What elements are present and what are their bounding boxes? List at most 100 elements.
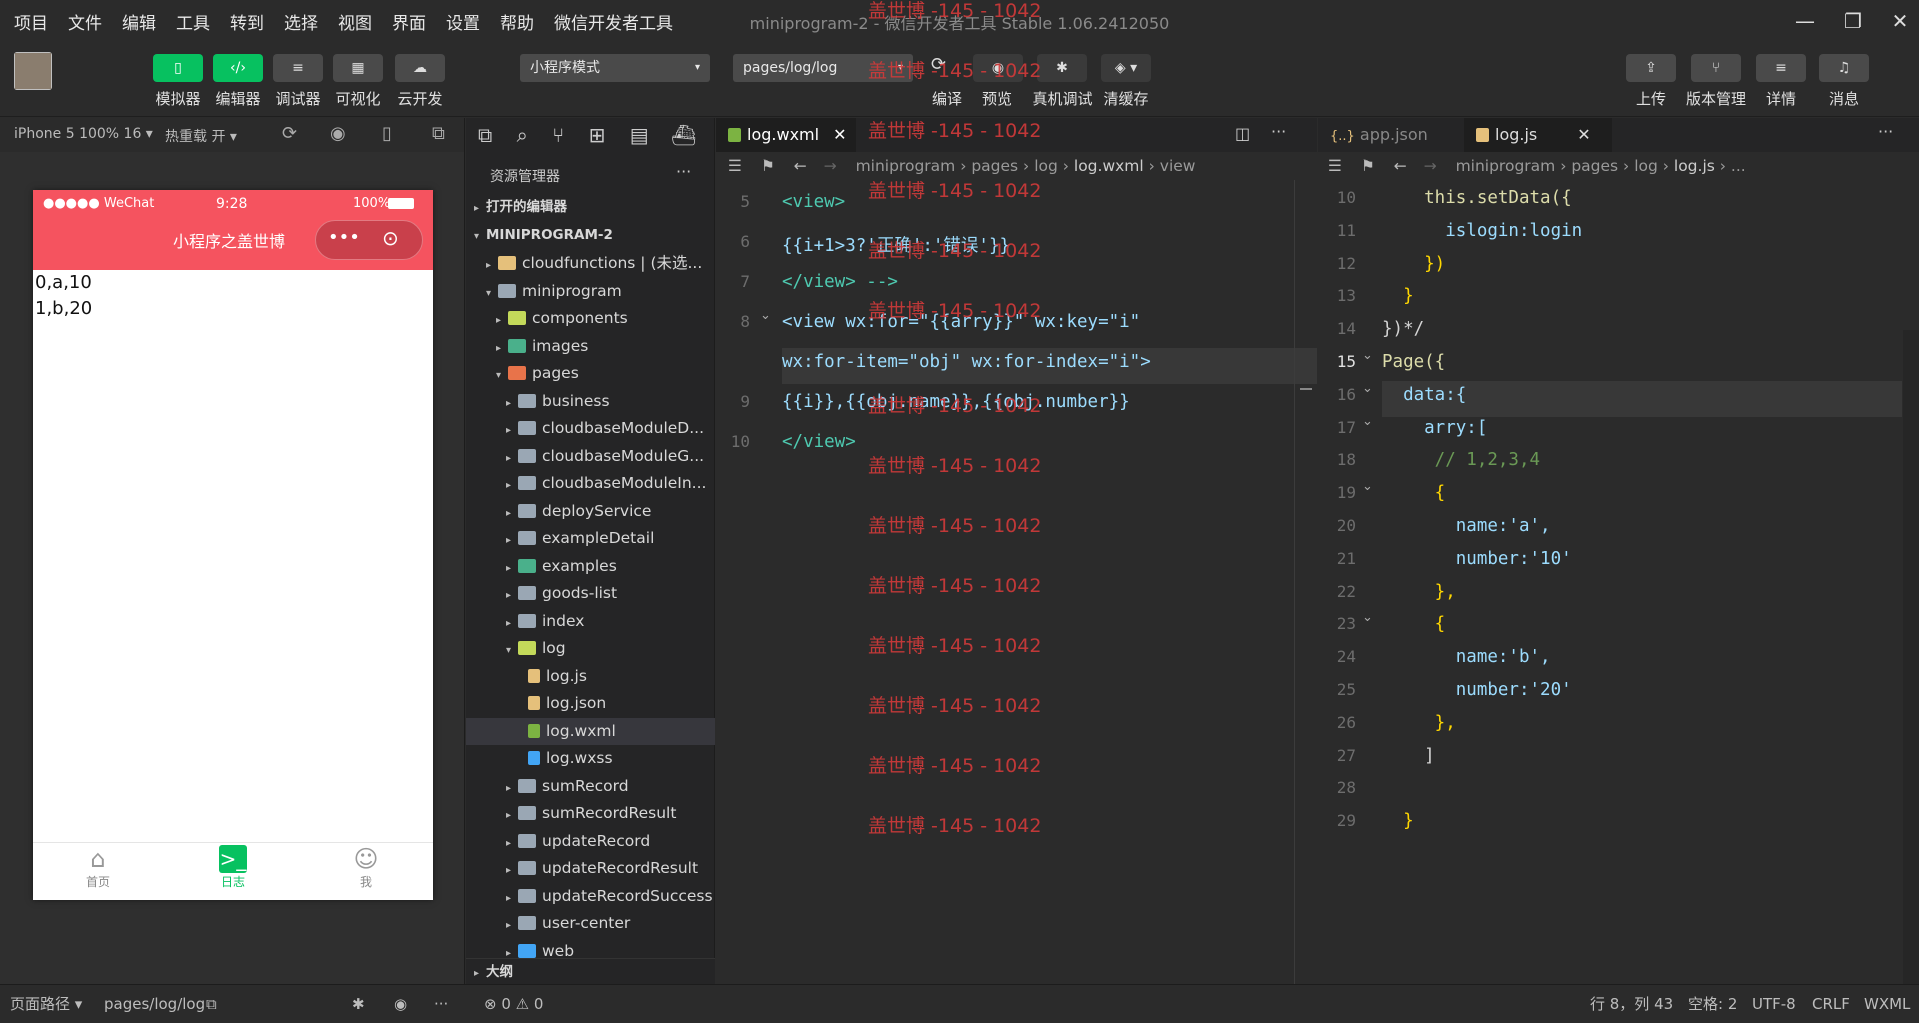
preview-button[interactable]: ◉ bbox=[973, 54, 1023, 82]
close-miniprogram-icon[interactable]: ⊙ bbox=[382, 226, 399, 250]
docker-icon[interactable]: ⛴ bbox=[671, 123, 696, 147]
fold-icon[interactable]: ⌄ bbox=[1362, 381, 1373, 396]
close-tab-icon[interactable]: ✕ bbox=[1577, 125, 1590, 144]
list-icon[interactable]: ☰ bbox=[1328, 157, 1342, 175]
bookmark-icon[interactable]: ⚑ bbox=[1361, 157, 1375, 175]
clear-cache-button[interactable]: ◈ ▾ bbox=[1101, 54, 1151, 82]
problems-indicator[interactable]: ⊗ 0 ⚠ 0 bbox=[484, 985, 543, 1023]
menu-item[interactable]: 工具 bbox=[176, 9, 210, 34]
upload-button[interactable]: ⇪ bbox=[1626, 54, 1676, 82]
remote-debug-button[interactable]: ✱ bbox=[1037, 54, 1087, 82]
tab-log[interactable]: >_ 日志 bbox=[173, 845, 293, 890]
tree-item[interactable]: ▾ pages bbox=[466, 360, 715, 387]
more-icon[interactable]: ··· bbox=[1271, 122, 1286, 141]
menu-item[interactable]: 微信开发者工具 bbox=[554, 9, 673, 34]
breadcrumb-item[interactable]: log bbox=[1034, 157, 1058, 175]
line-ending[interactable]: CRLF bbox=[1812, 985, 1850, 1023]
tree-item[interactable]: ▸ cloudbaseModuleG... bbox=[466, 443, 715, 470]
fold-icon[interactable]: ⌄ bbox=[1362, 610, 1373, 625]
split-editor-icon[interactable]: ◫ bbox=[1235, 124, 1250, 143]
forward-icon[interactable]: → bbox=[824, 157, 837, 175]
avatar[interactable] bbox=[14, 52, 52, 90]
menu-item[interactable]: 帮助 bbox=[500, 9, 534, 34]
tree-item[interactable]: ▸ components bbox=[466, 305, 715, 332]
minimize-icon[interactable]: — bbox=[1785, 6, 1825, 36]
open-editors-section[interactable]: ▸ 打开的编辑器 bbox=[466, 194, 715, 221]
tree-item[interactable]: ▸ cloudfunctions | (未选... bbox=[466, 250, 715, 277]
cursor-position[interactable]: 行 8，列 43 bbox=[1590, 985, 1673, 1023]
search-icon[interactable]: ⌕ bbox=[517, 123, 528, 147]
tree-item[interactable]: ▸ updateRecord bbox=[466, 828, 715, 855]
menu-item[interactable]: 界面 bbox=[392, 9, 426, 34]
tree-item[interactable]: ▸ cloudbaseModuleIn... bbox=[466, 470, 715, 497]
tab-log-js[interactable]: log.js ✕ bbox=[1464, 118, 1612, 152]
tree-item[interactable]: ▸ user-center bbox=[466, 910, 715, 937]
back-icon[interactable]: ← bbox=[1394, 157, 1407, 175]
mode-select[interactable]: 小程序模式 ▾ bbox=[520, 54, 710, 82]
tab-log-wxml[interactable]: log.wxml ✕ bbox=[716, 118, 856, 152]
bookmark-icon[interactable]: ⚑ bbox=[761, 157, 775, 175]
page-path-label[interactable]: 页面路径 ▾ bbox=[10, 985, 82, 1023]
record-icon[interactable]: ◉ bbox=[330, 123, 346, 144]
version-button[interactable]: ⑂ bbox=[1691, 54, 1741, 82]
tab-app-json[interactable]: {..} app.json bbox=[1318, 118, 1464, 152]
simulator-button[interactable]: ▯ bbox=[153, 54, 203, 82]
close-tab-icon[interactable]: ✕ bbox=[833, 125, 846, 144]
source-control-icon[interactable]: ⑂ bbox=[552, 123, 564, 147]
tree-item[interactable]: ▾ miniprogram bbox=[466, 278, 715, 305]
close-icon[interactable]: ✕ bbox=[1880, 6, 1919, 36]
scrollbar-track[interactable] bbox=[1903, 330, 1919, 984]
messages-button[interactable]: ♫ bbox=[1819, 54, 1869, 82]
tree-item[interactable]: ▸ sumRecordResult bbox=[466, 800, 715, 827]
editor2-body[interactable]: 10 this.setData({11 islogin:login 12 }) 13… bbox=[1318, 180, 1919, 984]
refresh-icon[interactable]: ⟳ bbox=[931, 54, 946, 75]
fold-icon[interactable]: ⌄ bbox=[1362, 479, 1373, 494]
menu-item[interactable]: 文件 bbox=[68, 9, 102, 34]
popout-icon[interactable]: ⧉ bbox=[432, 123, 445, 144]
more-icon[interactable]: ··· bbox=[1878, 122, 1893, 141]
fold-icon[interactable]: ⌄ bbox=[1362, 414, 1373, 429]
more-icon[interactable]: ··· bbox=[434, 985, 448, 1023]
bug-icon[interactable]: ✱ bbox=[352, 985, 365, 1023]
more-icon[interactable]: ••• bbox=[328, 227, 360, 248]
copy-icon[interactable]: ⧉ bbox=[206, 985, 217, 1023]
menu-item[interactable]: 设置 bbox=[446, 9, 480, 34]
tree-item[interactable]: ▸ updateRecordResult bbox=[466, 855, 715, 882]
eye-icon[interactable]: ◉ bbox=[394, 985, 407, 1023]
phone-frame-icon[interactable]: ▯ bbox=[382, 123, 392, 144]
menu-item[interactable]: 转到 bbox=[230, 9, 264, 34]
breadcrumb-item[interactable]: view bbox=[1160, 157, 1196, 175]
tree-item[interactable]: ▸ deployService bbox=[466, 498, 715, 525]
indentation[interactable]: 空格: 2 bbox=[1688, 985, 1737, 1023]
tree-item[interactable]: ▸ sumRecord bbox=[466, 773, 715, 800]
editor-button[interactable]: ‹/› bbox=[213, 54, 263, 82]
files-icon[interactable]: ⧉ bbox=[478, 123, 492, 147]
device-select[interactable]: iPhone 5 100% 16 ▾ bbox=[14, 126, 153, 142]
tree-item[interactable]: log.wxss bbox=[466, 745, 715, 772]
tree-item[interactable]: ▸ exampleDetail bbox=[466, 525, 715, 552]
menu-item[interactable]: 视图 bbox=[338, 9, 372, 34]
tree-item[interactable]: ▸ index bbox=[466, 608, 715, 635]
back-icon[interactable]: ← bbox=[794, 157, 807, 175]
tree-item[interactable]: ▸ cloudbaseModuleD... bbox=[466, 415, 715, 442]
breadcrumb-item[interactable]: log bbox=[1634, 157, 1658, 175]
tree-item[interactable]: ▾ log bbox=[466, 635, 715, 662]
capsule-button[interactable]: ••• ⊙ bbox=[315, 220, 423, 260]
tree-item[interactable]: log.js bbox=[466, 663, 715, 690]
debugger-button[interactable]: ≡ bbox=[273, 54, 323, 82]
restore-icon[interactable]: ❐ bbox=[1833, 6, 1873, 36]
breadcrumb-item[interactable]: log.wxml bbox=[1074, 157, 1144, 175]
tab-me[interactable]: ☺ 我 bbox=[306, 845, 426, 890]
menu-item[interactable]: 项目 bbox=[14, 9, 48, 34]
forward-icon[interactable]: → bbox=[1424, 157, 1437, 175]
extensions-icon[interactable]: ⊞ bbox=[589, 123, 606, 147]
menu-item[interactable]: 编辑 bbox=[122, 9, 156, 34]
fold-icon[interactable]: ⌄ bbox=[1362, 348, 1373, 363]
breadcrumb-item[interactable]: pages bbox=[971, 157, 1018, 175]
cloud-button[interactable]: ☁ bbox=[395, 54, 445, 82]
reload-icon[interactable]: ⟳ bbox=[282, 123, 297, 144]
breadcrumb-item[interactable]: miniprogram bbox=[856, 157, 956, 175]
tree-item[interactable]: ▸ business bbox=[466, 388, 715, 415]
editor1-body[interactable]: 5 6 7 8 9 10 ⌄ <view> {{i+1>3?'正确':'错误'}… bbox=[716, 180, 1317, 984]
tree-item[interactable]: ▸ images bbox=[466, 333, 715, 360]
